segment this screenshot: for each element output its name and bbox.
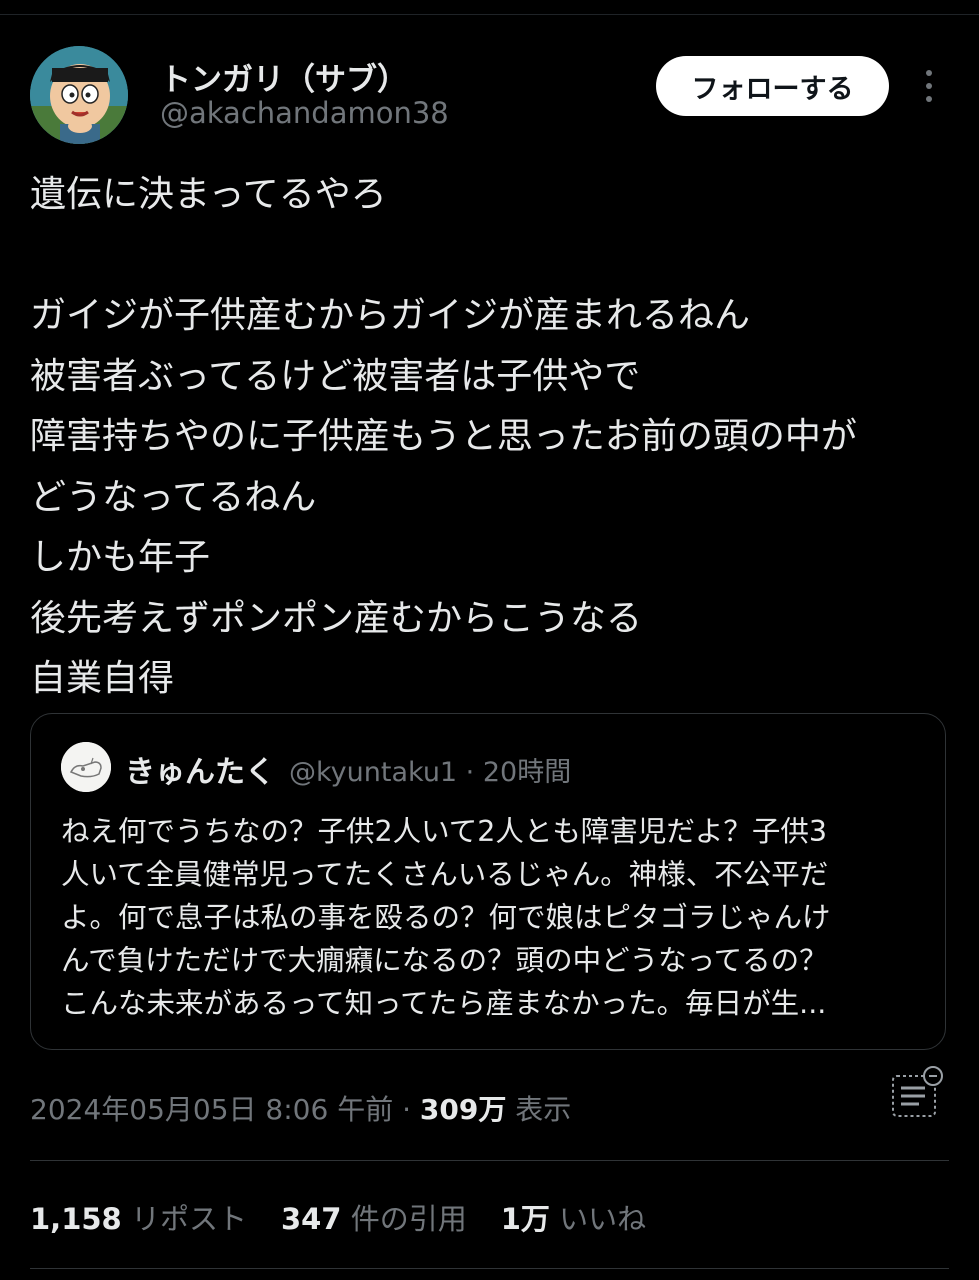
views-label: 表示 [506, 1093, 572, 1126]
tweet-line [30, 226, 960, 287]
more-vertical-icon[interactable] [914, 66, 944, 106]
views-count: 309万 [419, 1093, 507, 1126]
tweet-line: どうなってるねん [30, 476, 317, 518]
quote-author-name: きゅんたく [125, 755, 275, 790]
quote-line: こんな未来があるって知ってたら産まなかった。毎日が生... [61, 987, 827, 1020]
quote-author-avatar [61, 742, 111, 792]
author-avatar[interactable] [30, 46, 128, 144]
quote-line: 人いて全員健常児ってたくさんいるじゃん。神様、不公平だ [61, 858, 829, 891]
tweet-meta: 2024年05月05日 8:06 午前 · 309万 表示 [30, 1088, 571, 1128]
tweet-line: 障害持ちやのに子供産もうと思ったお前の頭の中が [30, 416, 857, 457]
follow-button[interactable]: フォローする [656, 56, 889, 116]
author-display-name[interactable]: トンガリ（サブ） [160, 54, 408, 99]
tweet-text: 遺伝に決まってるやろ ガイジが子供産むからガイジが産まれるねん 被害者ぶってるけ… [30, 165, 960, 710]
tweet-line: 自業自得 [30, 658, 175, 699]
quote-line: よ。何で息子は私の事を殴るの？何で娘はピタゴラじゃんけ [61, 901, 831, 934]
quote-line: ねえ何でうちなの？子供2人いて2人とも障害児だよ？子供3 [61, 815, 828, 848]
engagement-stats: 1,158 リポスト 347 件の引用 1万 いいね [30, 1196, 680, 1238]
quote-line: んで負けただけで大癇癪になるの？頭の中どうなってるの？ [61, 944, 828, 977]
quoted-tweet-card[interactable]: きゅんたく @kyuntaku1 · 20時間 ねえ何でうちなの？子供2人いて2… [30, 713, 946, 1050]
tweet-line: 遺伝に決まってるやろ [30, 174, 387, 215]
stats-divider-top [30, 1160, 949, 1161]
tweet-line: しかも年子 [30, 537, 211, 578]
analytics-icon[interactable] [889, 1064, 945, 1120]
author-handle[interactable]: @akachandamon38 [160, 96, 449, 130]
quote-text: ねえ何でうちなの？子供2人いて2人とも障害児だよ？子供3 人いて全員健常児ってた… [61, 810, 921, 1025]
timestamp[interactable]: 2024年05月05日 8:06 午前 [30, 1093, 393, 1126]
top-divider [0, 14, 979, 15]
meta-separator: · [393, 1093, 420, 1126]
quote-author-meta: @kyuntaku1 · 20時間 [289, 757, 572, 788]
stats-divider-bottom [30, 1268, 949, 1269]
reposts-stat[interactable]: 1,158 リポスト [30, 1196, 247, 1238]
quotes-stat[interactable]: 347 件の引用 [281, 1196, 467, 1238]
tweet-line: 被害者ぶってるけど被害者は子供やで [30, 355, 641, 397]
tweet-line: ガイジが子供産むからガイジが産まれるねん [30, 295, 751, 336]
likes-stat[interactable]: 1万 いいね [501, 1196, 646, 1238]
tweet-line: 後先考えずポンポン産むからこうなる [30, 597, 643, 639]
